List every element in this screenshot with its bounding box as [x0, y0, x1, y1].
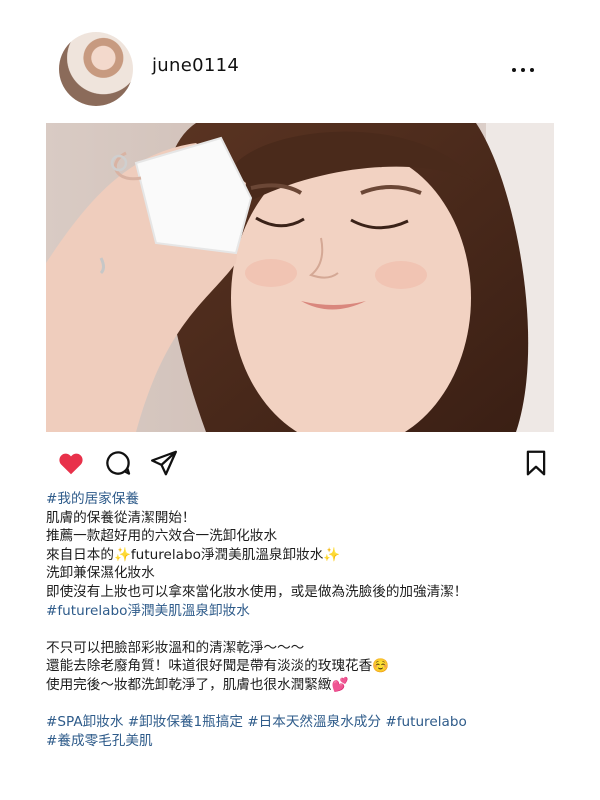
hashtag-link[interactable]: #SPA卸妝水 #卸妝保養1瓶搞定 #日本天然溫泉水成分 #futurelabo	[46, 713, 558, 732]
caption-line: 即使沒有上妝也可以拿來當化妝水使用，或是做為洗臉後的加強清潔！	[46, 583, 468, 600]
share-paper-plane-icon[interactable]	[149, 448, 179, 478]
hashtag-link[interactable]: #養成零毛孔美肌	[46, 732, 558, 751]
post-photo[interactable]	[46, 123, 554, 432]
post-header: june0114	[0, 0, 600, 120]
post-caption: #我的居家保養 肌膚的保養從清潔開始！ 推薦一款超好用的六效合一洗卸化妝水 來自…	[46, 490, 558, 750]
caption-line: 來自日本的✨futurelabo淨潤美肌溫泉卸妝水✨	[46, 546, 341, 563]
caption-line: 推薦一款超好用的六效合一洗卸化妝水	[46, 528, 278, 545]
comment-icon[interactable]	[103, 448, 133, 478]
avatar[interactable]	[59, 32, 133, 106]
caption-line: 不只可以把臉部彩妝溫和的清潔乾淨～～～	[46, 639, 305, 656]
caption-line: 洗卸兼保濕化妝水	[46, 565, 155, 582]
caption-line: 使用完後～妝都洗卸乾淨了，肌膚也很水潤緊緻💕	[46, 676, 349, 693]
like-heart-icon[interactable]	[56, 448, 86, 478]
action-bar	[0, 448, 600, 482]
hashtag-link[interactable]: #futurelabo淨潤美肌溫泉卸妝水	[46, 602, 558, 621]
more-options-icon[interactable]	[512, 60, 540, 80]
hashtag-link[interactable]: #我的居家保養	[46, 490, 558, 509]
bookmark-icon[interactable]	[521, 448, 551, 478]
caption-line: 肌膚的保養從清潔開始！	[46, 509, 196, 526]
caption-line: 還能去除老廢角質！味道很好聞是帶有淡淡的玫瑰花香☺️	[46, 658, 390, 675]
username[interactable]: june0114	[152, 55, 239, 76]
